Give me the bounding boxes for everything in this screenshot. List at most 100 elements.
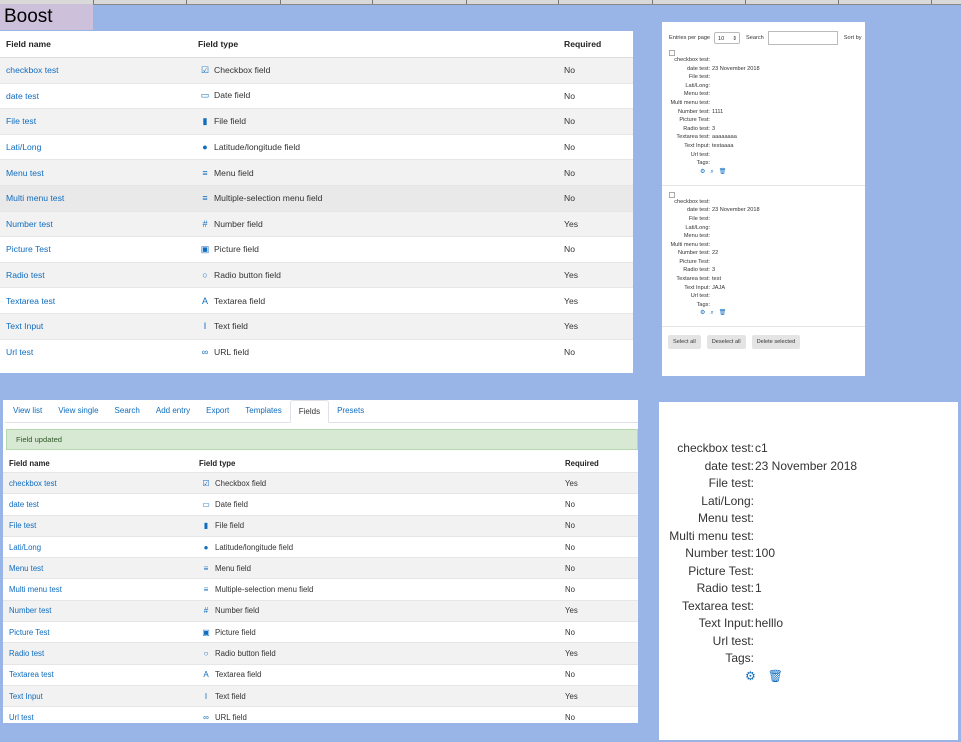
gear-icon[interactable]: ⚙ — [700, 309, 705, 318]
field-type-cell: A Textarea field — [193, 663, 559, 686]
tab-export[interactable]: Export — [198, 400, 237, 422]
field-name-link[interactable]: Multi menu test — [9, 585, 62, 594]
field-name-link[interactable]: File test — [6, 116, 36, 126]
col-field-type[interactable]: Field type — [192, 31, 558, 58]
field-type-cell: ☑ Checkbox field — [192, 57, 558, 84]
entries-per-page-select[interactable]: 10 ⇕ — [714, 32, 741, 44]
col-field-name[interactable]: Field name — [0, 31, 192, 58]
col-field-type[interactable]: Field type — [193, 454, 559, 473]
col-field-name[interactable]: Field name — [3, 454, 193, 473]
field-type-cell: ▮ File field — [193, 514, 559, 537]
textarea-icon: A — [203, 670, 209, 680]
single-field-label: Number test: — [685, 546, 754, 560]
single-view-panel: checkbox test: c1 date test: 23 November 20… — [659, 402, 958, 740]
field-name-link[interactable]: Multi menu test — [6, 193, 64, 203]
field-name-link[interactable]: Lati/Long — [9, 543, 41, 552]
field-name-cell: File test — [0, 108, 192, 135]
field-name-link[interactable]: Number test — [9, 606, 51, 615]
entry-field-label: Multi menu test: — [670, 99, 710, 106]
trash-icon[interactable]: 🗑 — [719, 309, 727, 318]
entry-field-row: Text Input: testaaaa — [662, 142, 865, 151]
tab-view-list[interactable]: View list — [5, 400, 50, 422]
entries-per-page-label: Entries per page — [669, 35, 711, 41]
list-entries: checkbox test: date test: 23 November 2018… — [662, 46, 865, 328]
field-name-link[interactable]: Textarea test — [9, 670, 54, 679]
field-name-link[interactable]: File test — [9, 521, 36, 530]
trash-icon[interactable]: 🗑 — [768, 669, 783, 683]
tab-presets[interactable]: Presets — [329, 400, 372, 422]
single-field-row: Url test: — [659, 633, 958, 651]
field-name-link[interactable]: Picture Test — [6, 244, 51, 254]
gear-icon[interactable]: ⚙ — [745, 669, 756, 683]
entry-actions: ⚙ ⌕ 🗑 — [662, 168, 865, 177]
tab-search[interactable]: Search — [107, 400, 148, 422]
single-field-value: 100 — [755, 546, 776, 560]
field-name-link[interactable]: checkbox test — [6, 65, 59, 75]
table-row: File test ▮ File field No — [0, 108, 633, 135]
entry-divider — [662, 326, 865, 328]
table-row: Lati/Long ● Latitude/longitude field No — [3, 535, 638, 558]
search-input[interactable] — [767, 31, 838, 45]
field-type-cell: ○ Radio button field — [193, 642, 559, 665]
tab-add-entry[interactable]: Add entry — [148, 400, 198, 422]
single-field-label: Text Input: — [698, 616, 754, 630]
tab-view-single[interactable]: View single — [50, 400, 106, 422]
field-name-link[interactable]: Number test — [6, 219, 53, 229]
entry-field-label: Number test: — [677, 108, 710, 115]
field-name-link[interactable]: Picture Test — [9, 628, 50, 637]
field-type-cell: ≡ Menu field — [193, 557, 559, 579]
field-name-link[interactable]: Menu test — [6, 168, 44, 178]
tab-templates[interactable]: Templates — [237, 400, 289, 422]
field-type-cell: # Number field — [192, 210, 558, 237]
delete-selected-button[interactable]: Delete selected — [751, 335, 801, 350]
required-cell: No — [559, 578, 638, 601]
single-field-row: File test: — [659, 475, 958, 493]
field-type-label: Radio button field — [214, 270, 281, 281]
search-icon[interactable]: ⌕ — [710, 309, 713, 318]
field-name-cell: Multi menu test — [0, 184, 192, 212]
radio-icon: ○ — [203, 649, 209, 659]
entry-field-label: File test: — [688, 215, 710, 222]
field-name-link[interactable]: Url test — [6, 347, 33, 357]
field-name-cell: Radio test — [0, 261, 192, 288]
gear-icon[interactable]: ⚙ — [700, 168, 705, 177]
single-field-label: Textarea test: — [681, 598, 754, 613]
field-type-cell: # Number field — [193, 599, 559, 622]
field-name-link[interactable]: Radio test — [6, 270, 45, 280]
field-name-link[interactable]: checkbox test — [9, 479, 57, 488]
field-name-link[interactable]: Text Input — [6, 321, 43, 331]
field-name-link[interactable]: Radio test — [9, 649, 44, 658]
field-name-link[interactable]: date test — [6, 91, 39, 101]
link-icon: ∞ — [203, 712, 209, 722]
field-name-link[interactable]: Lati/Long — [6, 142, 41, 152]
single-field-row: Multi menu test: — [659, 528, 958, 546]
calendar-icon: ▭ — [202, 499, 210, 509]
col-required[interactable]: Required — [558, 31, 633, 58]
table-row: Lati/Long ● Latitude/longitude field No — [0, 133, 633, 160]
table-row: Text Input I Text field Yes — [0, 312, 633, 340]
trash-icon[interactable]: 🗑 — [719, 168, 727, 177]
required-cell: No — [558, 184, 633, 212]
entry-field-value — [711, 151, 712, 160]
entry-field-row: Url test: — [662, 151, 865, 160]
search-icon[interactable]: ⌕ — [710, 168, 713, 177]
field-name-link[interactable]: Menu test — [9, 564, 43, 573]
field-type-label: File field — [215, 521, 245, 531]
field-type-cell: ≡ Multiple-selection menu field — [192, 184, 558, 212]
required-cell: No — [558, 159, 633, 186]
field-type-cell: ● Latitude/longitude field — [193, 535, 559, 558]
entry-field-value — [711, 82, 712, 91]
entry-field-label: Multi menu test: — [670, 241, 710, 248]
col-required[interactable]: Required — [559, 454, 638, 473]
select-all-button[interactable]: Select all — [668, 335, 701, 350]
single-field-label: Url test: — [712, 633, 754, 648]
field-name-link[interactable]: date test — [9, 500, 39, 509]
single-field-value — [754, 633, 755, 651]
deselect-all-button[interactable]: Deselect all — [706, 335, 746, 350]
field-name-link[interactable]: Textarea test — [6, 296, 55, 306]
field-name-link[interactable]: Url test — [9, 713, 34, 722]
required-cell: Yes — [558, 287, 633, 314]
field-name-cell: Menu test — [0, 159, 192, 186]
tab-fields[interactable]: Fields — [289, 400, 330, 423]
field-name-link[interactable]: Text Input — [9, 692, 43, 701]
